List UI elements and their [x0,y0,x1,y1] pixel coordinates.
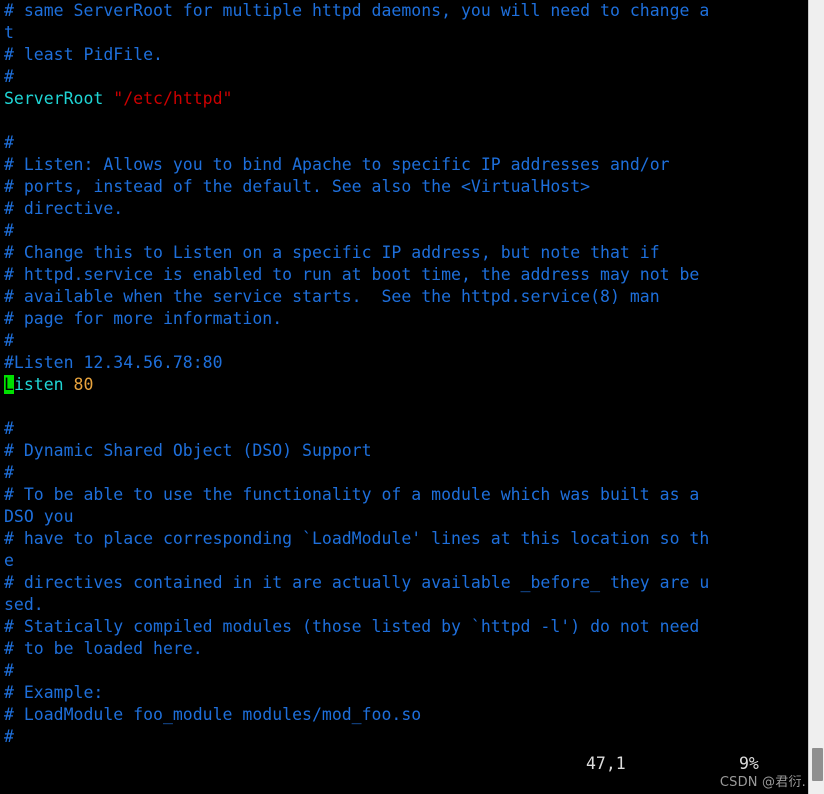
buffer-line: # directive. [0,198,808,220]
buffer-line: # [0,462,808,484]
buffer-line: # [0,418,808,440]
buffer-text: sed. [4,595,44,614]
buffer-line: # To be able to use the functionality of… [0,484,808,506]
buffer-text: # [4,221,14,240]
buffer-line [0,110,808,132]
buffer-line: Listen 80 [0,374,808,396]
buffer-text: # [4,133,14,152]
buffer-text: # [4,661,14,680]
buffer-text: isten [13,375,74,394]
buffer-line [0,396,808,418]
buffer-text: # directives contained in it are actuall… [4,573,710,592]
buffer-text: ServerRoot [4,89,114,108]
buffer-text: # Listen: Allows you to bind Apache to s… [4,155,670,174]
buffer-text: DSO you [4,507,74,526]
csdn-watermark: CSDN @君衍. [719,775,806,790]
buffer-line: e [0,550,808,572]
buffer-text: # [4,727,14,746]
buffer-text: # available when the service starts. See… [4,287,660,306]
buffer-line: # [0,132,808,154]
text-cursor: L [4,375,14,394]
buffer-text: # [4,419,14,438]
buffer-line: t [0,22,808,44]
vim-text-buffer[interactable]: # same ServerRoot for multiple httpd dae… [0,0,808,750]
buffer-text: # Change this to Listen on a specific IP… [4,243,660,262]
buffer-line: # directives contained in it are actuall… [0,572,808,594]
buffer-line: # same ServerRoot for multiple httpd dae… [0,0,808,22]
buffer-text: t [4,23,14,42]
buffer-line: # [0,726,808,748]
buffer-text: # [4,331,14,350]
buffer-text: # directive. [4,199,124,218]
buffer-text: # to be loaded here. [4,639,203,658]
buffer-line: DSO you [0,506,808,528]
buffer-text: # Statically compiled modules (those lis… [4,617,700,636]
vim-status-line: 47,1 9% [0,752,808,776]
buffer-text: # LoadModule foo_module modules/mod_foo.… [4,705,422,724]
buffer-line: ServerRoot "/etc/httpd" [0,88,808,110]
buffer-line: # httpd.service is enabled to run at boo… [0,264,808,286]
buffer-line: # [0,66,808,88]
buffer-line: #Listen 12.34.56.78:80 [0,352,808,374]
buffer-text: # have to place corresponding `LoadModul… [4,529,710,548]
buffer-line: # [0,220,808,242]
buffer-text: # Example: [4,683,104,702]
buffer-line: # ports, instead of the default. See als… [0,176,808,198]
buffer-line: # [0,660,808,682]
terminal-screen: # same ServerRoot for multiple httpd dae… [0,0,824,794]
buffer-text: # same ServerRoot for multiple httpd dae… [4,1,710,20]
buffer-line: # Change this to Listen on a specific IP… [0,242,808,264]
buffer-line: # page for more information. [0,308,808,330]
vertical-scrollbar-track[interactable] [808,0,824,794]
buffer-line: # LoadModule foo_module modules/mod_foo.… [0,704,808,726]
buffer-line: # Listen: Allows you to bind Apache to s… [0,154,808,176]
buffer-text: # ports, instead of the default. See als… [4,177,591,196]
buffer-line: # Statically compiled modules (those lis… [0,616,808,638]
buffer-text: e [4,551,14,570]
buffer-text: # To be able to use the functionality of… [4,485,700,504]
buffer-line: # to be loaded here. [0,638,808,660]
buffer-text: # page for more information. [4,309,283,328]
buffer-text: # Dynamic Shared Object (DSO) Support [4,441,372,460]
buffer-line: # least PidFile. [0,44,808,66]
buffer-line: # [0,330,808,352]
vertical-scrollbar-thumb[interactable] [812,748,823,781]
buffer-line: sed. [0,594,808,616]
buffer-text: #Listen 12.34.56.78:80 [4,353,223,372]
buffer-text: "/etc/httpd" [113,89,233,108]
buffer-text: 80 [73,375,94,394]
buffer-text: # [4,463,14,482]
buffer-text: # least PidFile. [4,45,163,64]
buffer-line: # have to place corresponding `LoadModul… [0,528,808,550]
status-ruler: 47,1 [586,754,626,773]
buffer-text: # [4,67,14,86]
buffer-text: # httpd.service is enabled to run at boo… [4,265,700,284]
buffer-line: # Dynamic Shared Object (DSO) Support [0,440,808,462]
buffer-line: # Example: [0,682,808,704]
buffer-line: # available when the service starts. See… [0,286,808,308]
